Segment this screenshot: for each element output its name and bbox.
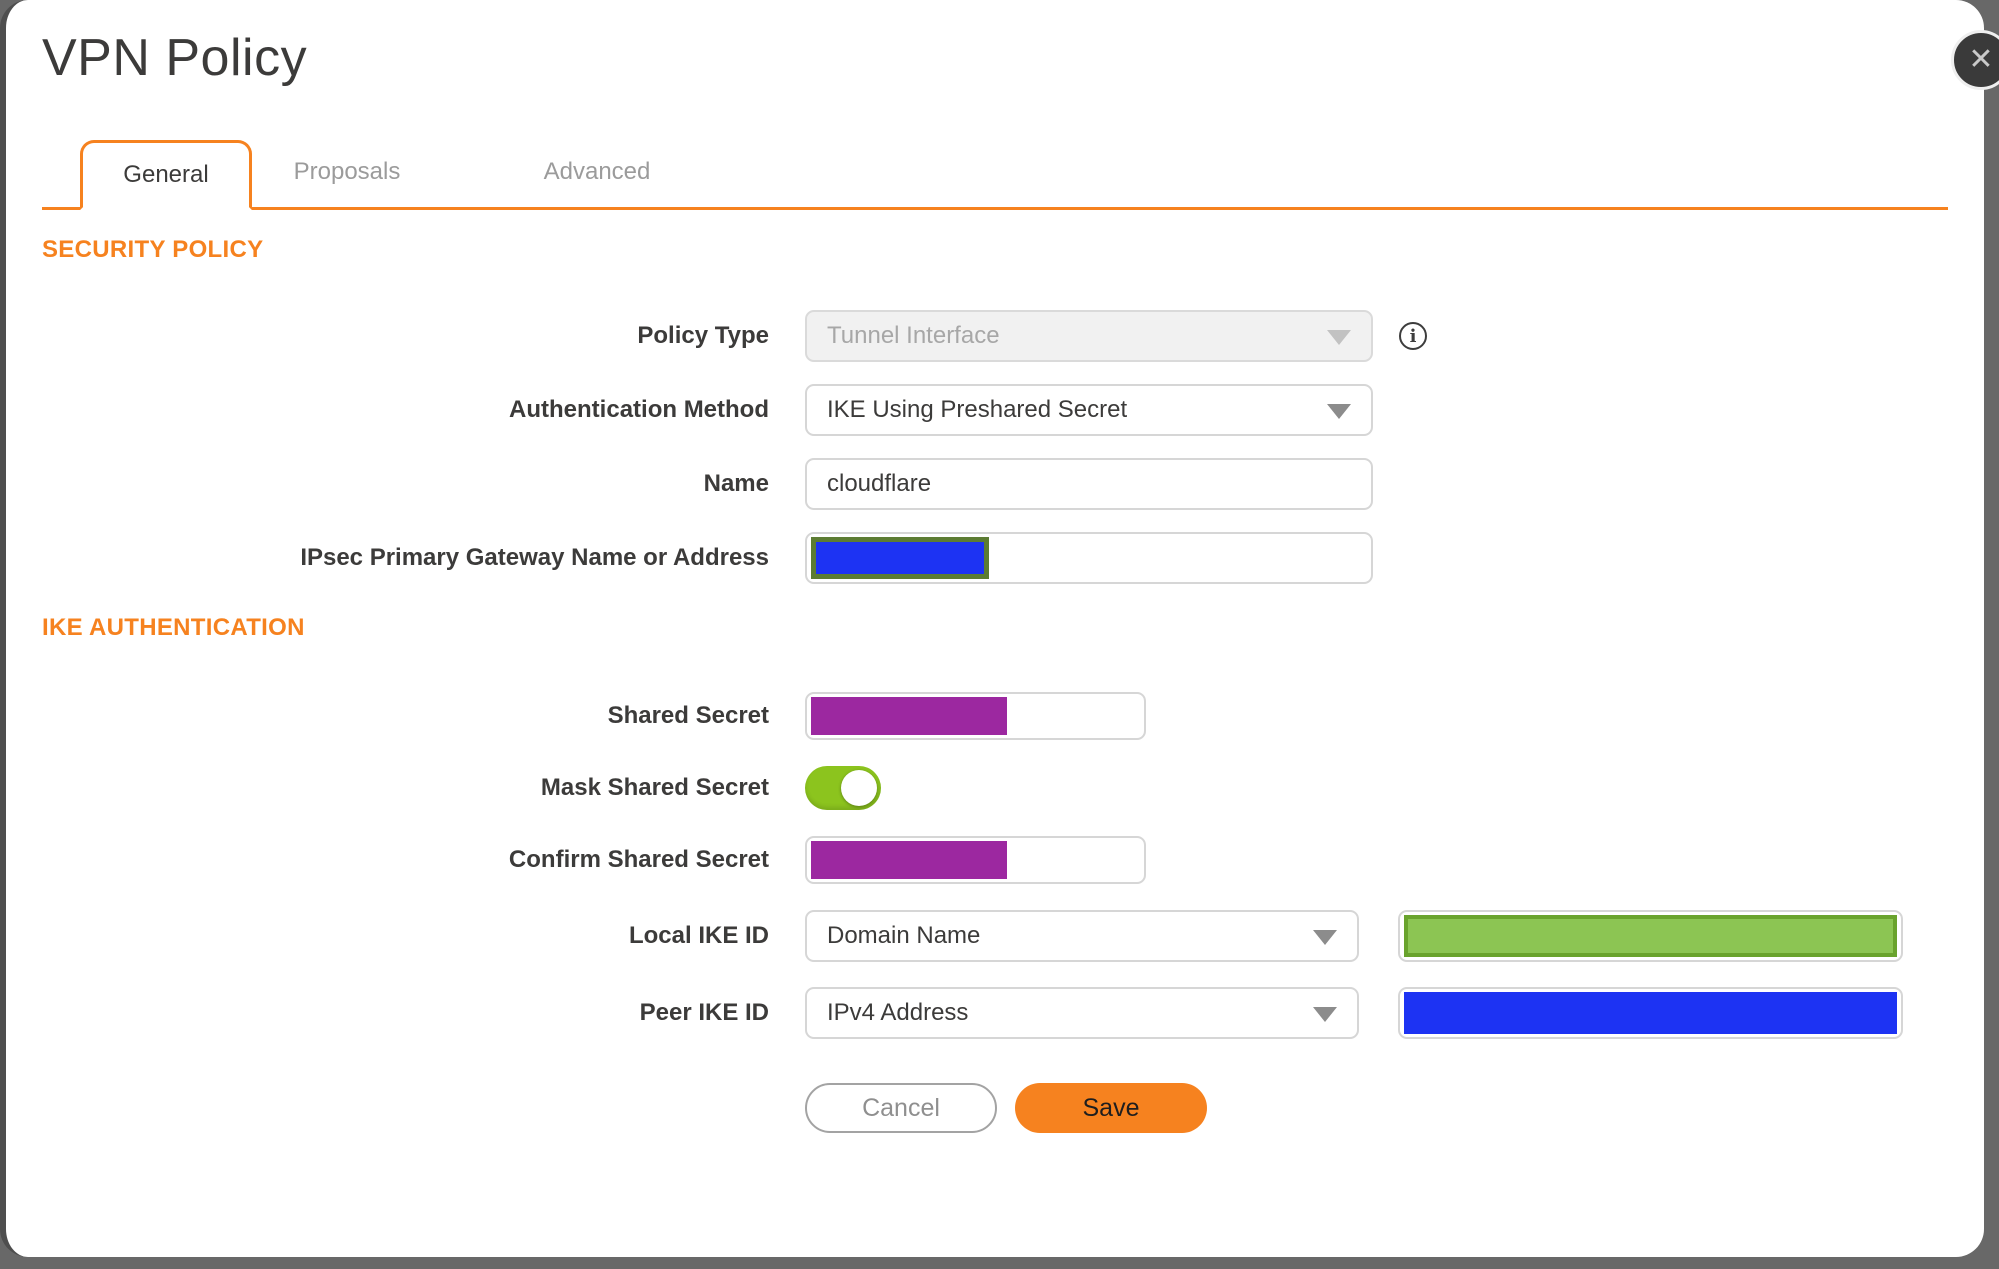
peer-ike-id-select[interactable]: IPv4 Address bbox=[805, 987, 1359, 1039]
local-ike-id-value-input[interactable] bbox=[1398, 910, 1903, 962]
shared-secret-label: Shared Secret bbox=[607, 702, 769, 729]
chevron-down-icon bbox=[1313, 1007, 1337, 1022]
toggle-knob bbox=[841, 770, 877, 806]
page-title: VPN Policy bbox=[42, 29, 308, 87]
ike-authentication-form: Shared Secret Mask Shared Secret Confirm… bbox=[6, 692, 1984, 1133]
local-ike-id-select[interactable]: Domain Name bbox=[805, 910, 1359, 962]
close-icon: ✕ bbox=[1968, 43, 1994, 76]
local-ike-id-label: Local IKE ID bbox=[628, 922, 769, 949]
redacted-local-ike-id-value bbox=[1404, 915, 1897, 957]
peer-ike-id-type-value: IPv4 Address bbox=[827, 999, 969, 1026]
info-icon[interactable]: i bbox=[1399, 322, 1427, 350]
redacted-shared-secret-value bbox=[811, 697, 1007, 735]
policy-type-value: Tunnel Interface bbox=[827, 322, 1000, 349]
shared-secret-row: Shared Secret bbox=[6, 692, 1984, 740]
peer-ike-id-row: Peer IKE ID IPv4 Address bbox=[6, 987, 1984, 1039]
chevron-down-icon bbox=[1327, 404, 1351, 419]
local-ike-id-type-value: Domain Name bbox=[827, 922, 981, 949]
auth-method-row: Authentication Method IKE Using Preshare… bbox=[6, 384, 1984, 436]
tab-proposals[interactable]: Proposals bbox=[252, 137, 442, 207]
chevron-down-icon bbox=[1313, 930, 1337, 945]
redacted-confirm-shared-secret-value bbox=[811, 841, 1007, 879]
chevron-down-icon bbox=[1327, 330, 1351, 345]
footer-buttons-row: Cancel Save bbox=[6, 1083, 1984, 1133]
tab-bar: General Proposals Advanced bbox=[42, 138, 1948, 210]
cancel-button[interactable]: Cancel bbox=[805, 1083, 997, 1133]
peer-ike-id-value-input[interactable] bbox=[1398, 987, 1903, 1039]
gateway-label: IPsec Primary Gateway Name or Address bbox=[300, 544, 769, 571]
gateway-input[interactable] bbox=[805, 532, 1373, 584]
confirm-shared-secret-input[interactable] bbox=[805, 836, 1146, 884]
peer-ike-id-label: Peer IKE ID bbox=[639, 999, 769, 1026]
redacted-gateway-value bbox=[811, 537, 989, 579]
shared-secret-input[interactable] bbox=[805, 692, 1146, 740]
security-policy-heading: SECURITY POLICY bbox=[42, 236, 264, 263]
name-value: cloudflare bbox=[827, 470, 932, 497]
tab-general[interactable]: General bbox=[80, 140, 252, 210]
local-ike-id-row: Local IKE ID Domain Name bbox=[6, 910, 1984, 962]
confirm-shared-secret-label: Confirm Shared Secret bbox=[508, 846, 769, 873]
gateway-row: IPsec Primary Gateway Name or Address bbox=[6, 532, 1984, 584]
ike-authentication-heading: IKE AUTHENTICATION bbox=[42, 614, 305, 641]
tab-advanced-label: Advanced bbox=[543, 158, 651, 185]
mask-shared-secret-label: Mask Shared Secret bbox=[540, 774, 769, 801]
mask-shared-secret-toggle[interactable] bbox=[805, 766, 881, 810]
name-label: Name bbox=[703, 470, 769, 497]
tab-proposals-label: Proposals bbox=[293, 158, 401, 185]
name-input[interactable]: cloudflare bbox=[805, 458, 1373, 510]
tab-advanced[interactable]: Advanced bbox=[502, 137, 692, 207]
save-button[interactable]: Save bbox=[1015, 1083, 1207, 1133]
policy-type-label: Policy Type bbox=[637, 322, 769, 349]
policy-type-select[interactable]: Tunnel Interface bbox=[805, 310, 1373, 362]
redacted-peer-ike-id-value bbox=[1404, 992, 1897, 1034]
auth-method-select[interactable]: IKE Using Preshared Secret bbox=[805, 384, 1373, 436]
vpn-policy-dialog: VPN Policy General Proposals Advanced SE… bbox=[0, 0, 1984, 1257]
name-row: Name cloudflare bbox=[6, 458, 1984, 510]
confirm-shared-secret-row: Confirm Shared Secret bbox=[6, 836, 1984, 884]
auth-method-label: Authentication Method bbox=[509, 396, 769, 423]
mask-shared-secret-row: Mask Shared Secret bbox=[6, 766, 1984, 810]
auth-method-value: IKE Using Preshared Secret bbox=[827, 396, 1128, 423]
tab-general-label: General bbox=[123, 161, 209, 188]
security-policy-form: Policy Type Tunnel Interface i Authentic… bbox=[6, 310, 1984, 584]
policy-type-row: Policy Type Tunnel Interface i bbox=[6, 310, 1984, 362]
